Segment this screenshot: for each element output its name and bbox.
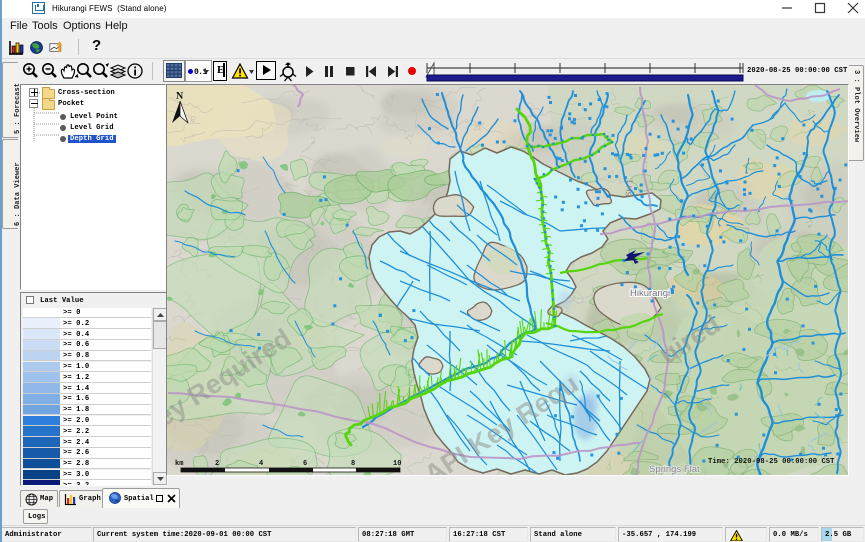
svg-text:Springs Flat: Springs Flat [649, 464, 700, 475]
svg-text:Time: 2020-08-25 00:00:00 CST: Time: 2020-08-25 00:00:00 CST [708, 458, 835, 466]
svg-text:8: 8 [351, 460, 355, 468]
svg-text:4: 4 [259, 460, 263, 468]
svg-text:Hikurangi: Hikurangi [630, 288, 670, 299]
svg-text:6: 6 [303, 460, 307, 468]
svg-text:SH 1: SH 1 [624, 178, 635, 197]
svg-text:10: 10 [393, 460, 401, 468]
svg-text:km: km [175, 460, 183, 468]
svg-text:N: N [176, 91, 184, 102]
svg-text:2: 2 [215, 460, 219, 468]
